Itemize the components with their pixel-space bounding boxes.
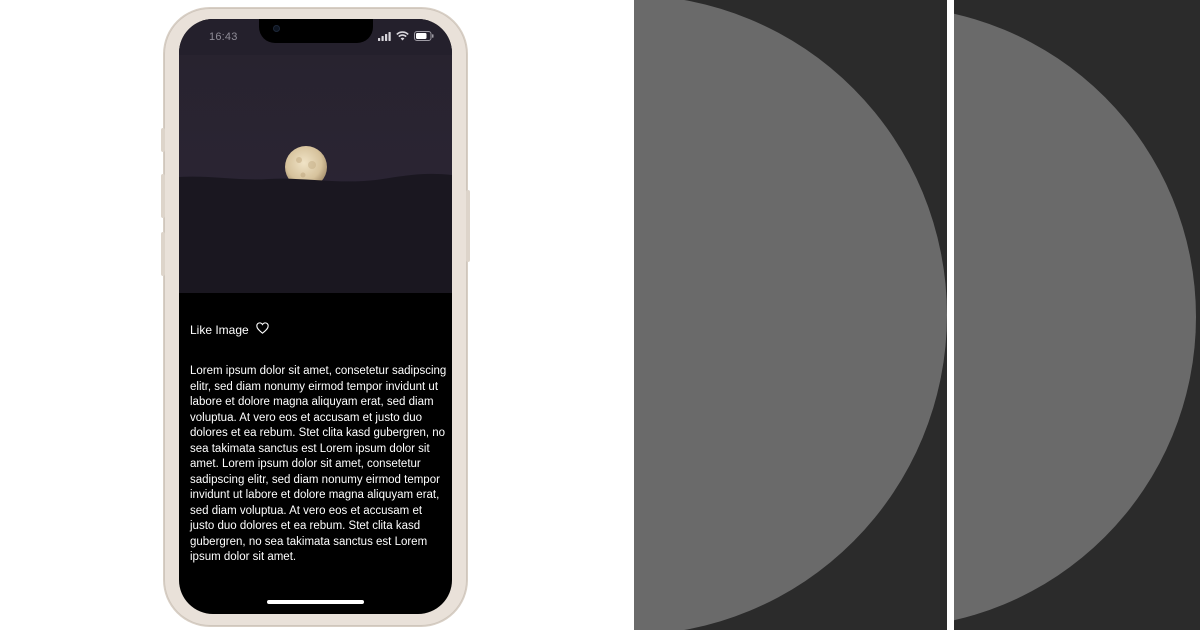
heart-outline-icon[interactable]	[255, 322, 269, 337]
hills	[179, 173, 452, 293]
phone-power-button	[466, 190, 470, 262]
decorative-half-circle	[954, 6, 1196, 628]
home-indicator[interactable]	[267, 600, 364, 604]
wifi-icon	[396, 28, 409, 46]
status-icons	[378, 31, 434, 42]
status-time: 16:43	[209, 31, 238, 43]
hero-image	[179, 55, 452, 293]
like-image-label: Like Image	[190, 322, 249, 337]
front-camera	[273, 25, 280, 32]
phone-silent-switch	[161, 128, 165, 152]
phone-volume-down-button	[161, 232, 165, 276]
decorative-panel-left	[634, 0, 947, 630]
body-paragraph: Lorem ipsum dolor sit amet, consetetur s…	[190, 365, 447, 563]
cellular-signal-icon	[378, 28, 391, 46]
panel-divider	[947, 0, 954, 630]
phone-screen: 16:43 Like Image Lorem ipsum dolor sit a…	[179, 19, 452, 614]
phone-volume-up-button	[161, 174, 165, 218]
battery-icon	[414, 28, 434, 46]
notch	[259, 19, 373, 43]
decorative-panel-right	[954, 0, 1200, 630]
decorative-half-circle	[634, 0, 947, 630]
like-image-button[interactable]: Like Image	[190, 322, 269, 337]
